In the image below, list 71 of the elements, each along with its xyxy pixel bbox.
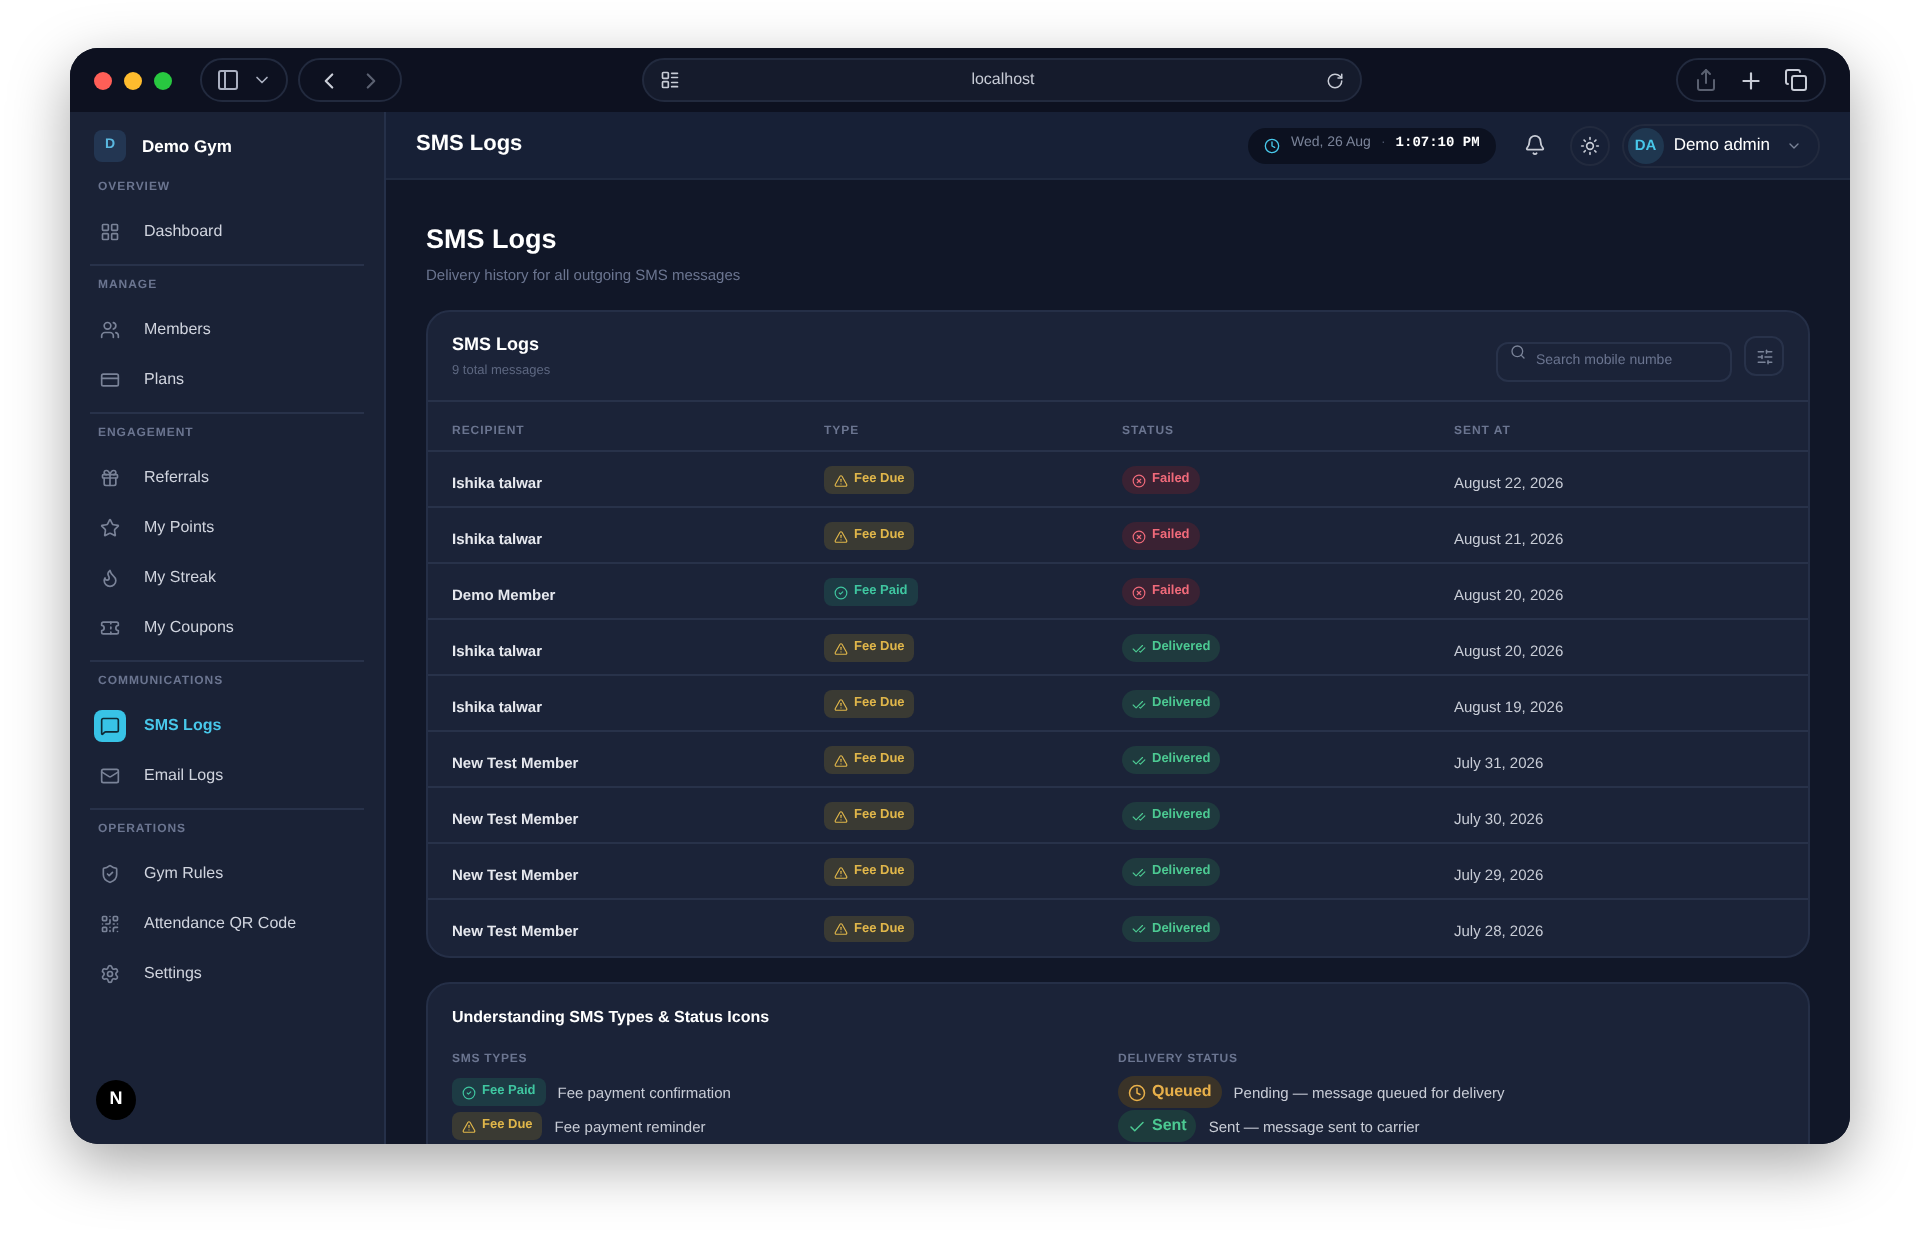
users-icon [100, 319, 120, 339]
url-text: localhost [969, 68, 1037, 92]
dev-badge[interactable]: N [96, 1080, 136, 1120]
plus-icon[interactable] [1738, 67, 1764, 93]
warning-icon [834, 753, 848, 768]
warning-icon [834, 865, 848, 880]
page-title: SMS Logs [426, 222, 559, 258]
address-bar[interactable]: localhost [642, 58, 1362, 102]
warning-icon [834, 641, 848, 656]
double-check-icon [1132, 697, 1146, 712]
double-check-icon [1132, 922, 1146, 936]
flame-icon [100, 567, 120, 587]
tag: Queued [1118, 1076, 1222, 1109]
card-title: SMS Logs [452, 331, 542, 358]
sidebar-item[interactable]: Plans [90, 354, 364, 404]
ticket-icon [100, 617, 120, 637]
sidebar-item[interactable]: SMS Logs [90, 700, 364, 750]
chat-icon [100, 715, 120, 735]
x-circle-icon [1132, 529, 1146, 544]
warning-icon [834, 809, 848, 824]
search-icon [1510, 344, 1526, 360]
double-check-icon [1132, 753, 1146, 768]
sidebar-item[interactable]: Settings [90, 948, 364, 998]
sidebar-item[interactable]: My Coupons [90, 602, 364, 652]
sidebar-icon [216, 68, 240, 92]
sidebar-item[interactable]: Members [90, 304, 364, 354]
x-circle-icon [1132, 473, 1146, 488]
reload-icon[interactable] [1326, 71, 1344, 89]
sidebar-item[interactable]: Gym Rules [90, 848, 364, 898]
sidebar-item[interactable]: My Points [90, 502, 364, 552]
check-circle-icon [462, 1085, 476, 1100]
sidebar-item[interactable]: My Streak [90, 552, 364, 602]
sliders-icon [1755, 347, 1773, 366]
legend-title: Understanding SMS Types & Status Icons [452, 1005, 772, 1030]
star-icon [100, 517, 120, 537]
clock-icon [1128, 1083, 1146, 1102]
sidebar-toggle-button[interactable] [200, 58, 288, 102]
settings-icon [100, 963, 120, 983]
warning-icon [834, 529, 848, 544]
tabs-icon[interactable] [1784, 68, 1808, 92]
check-icon [1128, 1117, 1146, 1136]
tag: Sent [1118, 1110, 1197, 1143]
double-check-icon [1132, 641, 1146, 656]
filter-button[interactable] [1744, 336, 1784, 377]
qr-code-icon [100, 913, 120, 933]
mail-icon [100, 765, 120, 785]
double-check-icon [1132, 865, 1146, 880]
clock-icon [1264, 137, 1281, 153]
check-circle-icon [834, 585, 848, 600]
sidebar-item[interactable]: Dashboard [90, 206, 364, 256]
x-circle-icon [1132, 585, 1146, 600]
brand-name: Demo Gym [142, 133, 232, 159]
header-title: SMS Logs [416, 130, 523, 161]
warning-icon [462, 1119, 476, 1134]
warning-icon [834, 922, 848, 936]
sidebar-item[interactable]: Referrals [90, 452, 364, 502]
share-icon[interactable] [1694, 68, 1718, 92]
shield-icon [100, 863, 120, 883]
warning-icon [834, 697, 848, 712]
sidebar-item[interactable]: Email Logs [90, 750, 364, 800]
double-check-icon [1132, 809, 1146, 824]
theme-toggle-button[interactable] [1569, 125, 1610, 165]
warning-icon [834, 473, 848, 488]
gift-icon [100, 467, 120, 487]
sidebar-item[interactable]: Attendance QR Code [90, 898, 364, 948]
grid-icon [100, 221, 120, 241]
user-name: Demo admin [1673, 132, 1770, 158]
sun-icon [1579, 135, 1600, 155]
notifications-icon[interactable] [1523, 134, 1546, 156]
card-icon [100, 369, 120, 389]
page-icon [660, 70, 680, 90]
